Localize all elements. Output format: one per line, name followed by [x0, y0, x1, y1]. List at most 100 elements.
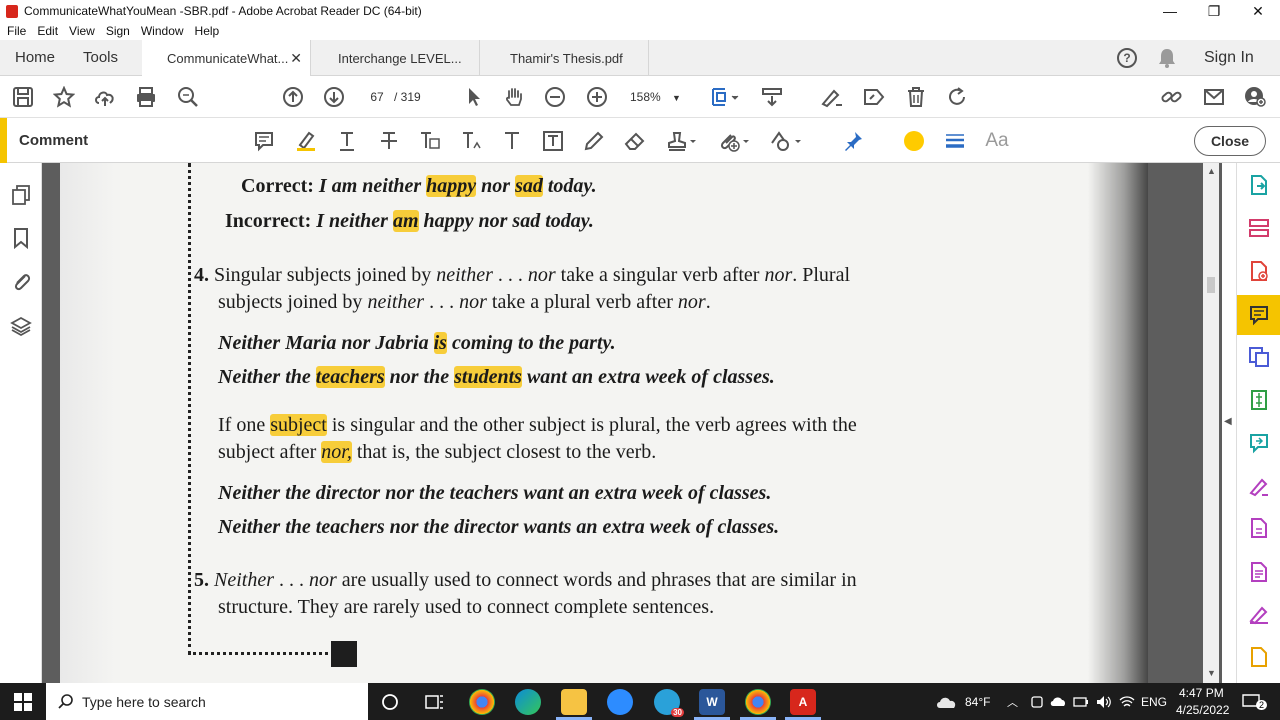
wifi-icon[interactable] [1119, 695, 1135, 709]
replace-text-icon[interactable] [417, 128, 443, 154]
scroll-down-icon[interactable]: ▼ [1207, 668, 1216, 678]
email-icon[interactable] [1202, 85, 1226, 109]
tab-document-1[interactable]: CommunicateWhat... ✕ [142, 40, 311, 77]
word-icon[interactable]: W [699, 689, 725, 715]
export-pdf-icon[interactable] [1248, 174, 1270, 196]
add-text-icon[interactable] [499, 128, 525, 154]
send-for-review-icon[interactable] [1248, 432, 1270, 454]
rotate-icon[interactable] [945, 85, 969, 109]
bookmark-icon[interactable] [10, 227, 32, 249]
chevron-up-icon[interactable]: ︿ [1007, 694, 1018, 710]
fill-sign-icon[interactable] [820, 85, 844, 109]
cortana-icon[interactable] [381, 693, 399, 711]
acrobat-taskbar-icon[interactable]: A [790, 689, 816, 715]
close-comment-button[interactable]: Close [1194, 126, 1266, 156]
shapes-icon[interactable] [768, 128, 804, 154]
restore-button[interactable]: ❐ [1192, 0, 1236, 22]
page-number-input[interactable]: 67 [361, 86, 393, 108]
scan-ocr-icon[interactable] [1248, 561, 1270, 583]
menu-window[interactable]: Window [141, 24, 184, 38]
send-sign-icon[interactable] [862, 85, 886, 109]
sign-in-button[interactable]: Sign In [1204, 49, 1254, 67]
task-view-icon[interactable] [425, 693, 445, 711]
zoom-out-icon[interactable] [543, 85, 567, 109]
scroll-mode-icon[interactable] [760, 85, 784, 109]
sticky-note-icon[interactable] [251, 128, 277, 154]
cloud-upload-icon[interactable] [93, 85, 117, 109]
close-window-button[interactable]: ✕ [1236, 0, 1280, 22]
menu-view[interactable]: View [69, 24, 95, 38]
hand-tool-icon[interactable] [502, 85, 526, 109]
vertical-scrollbar[interactable]: ▲ ▼ [1203, 163, 1219, 683]
zoom-level[interactable]: 158% ▼ [630, 86, 681, 108]
eraser-icon[interactable] [622, 128, 648, 154]
menu-sign[interactable]: Sign [106, 24, 130, 38]
file-explorer-icon[interactable] [561, 689, 587, 715]
clock-date[interactable]: 4/25/2022 [1176, 703, 1229, 717]
telegram-icon[interactable]: 30 [654, 689, 684, 717]
attachment-icon[interactable] [10, 270, 32, 292]
text-font-icon[interactable]: Aa [984, 128, 1010, 154]
edge-icon[interactable] [515, 689, 541, 715]
next-page-icon[interactable] [322, 85, 346, 109]
pencil-draw-icon[interactable] [581, 128, 607, 154]
zoom-app-icon[interactable] [607, 689, 633, 715]
line-thickness-icon[interactable] [942, 128, 968, 154]
save-icon[interactable] [11, 85, 35, 109]
device-icon[interactable] [1030, 695, 1044, 709]
collapse-right-pane-icon[interactable]: ◀ [1224, 416, 1232, 427]
page-layout-icon[interactable] [708, 85, 744, 109]
edit-pdf-icon[interactable] [1248, 517, 1270, 539]
compress-pdf-icon[interactable] [1248, 389, 1270, 411]
more-tools-icon[interactable] [1248, 646, 1270, 668]
chrome-icon[interactable] [469, 689, 495, 715]
underline-text-icon[interactable] [334, 128, 360, 154]
page-thumbnails-icon[interactable] [10, 184, 32, 206]
language-indicator[interactable]: ENG [1141, 695, 1167, 709]
bell-icon[interactable] [1158, 48, 1176, 68]
previous-page-icon[interactable] [281, 85, 305, 109]
close-tab-icon[interactable]: ✕ [290, 50, 302, 67]
strikethrough-text-icon[interactable] [376, 128, 402, 154]
tab-home[interactable]: Home [15, 40, 55, 76]
windows-start-icon[interactable] [14, 693, 32, 711]
tab-document-3[interactable]: Thamir's Thesis.pdf [480, 40, 649, 76]
help-icon[interactable]: ? [1117, 48, 1137, 68]
attach-file-icon[interactable] [716, 128, 752, 154]
share-link-icon[interactable] [1160, 85, 1184, 109]
text-box-icon[interactable] [540, 128, 566, 154]
chrome-profile-icon[interactable] [745, 689, 771, 715]
combine-files-icon[interactable] [1248, 346, 1270, 368]
menu-file[interactable]: File [7, 24, 26, 38]
zoom-in-icon[interactable] [585, 85, 609, 109]
organize-pages-icon[interactable] [1248, 217, 1270, 239]
volume-icon[interactable] [1096, 695, 1112, 709]
menu-edit[interactable]: Edit [37, 24, 58, 38]
tab-tools[interactable]: Tools [83, 40, 118, 76]
trash-icon[interactable] [904, 85, 928, 109]
taskbar-search-input[interactable]: Type here to search [46, 683, 368, 720]
weather-temp[interactable]: 84°F [965, 695, 990, 709]
minimize-button[interactable]: — [1148, 0, 1192, 22]
comment-tool-icon[interactable] [1248, 304, 1270, 326]
battery-icon[interactable] [1073, 695, 1089, 709]
select-cursor-icon[interactable] [462, 85, 486, 109]
request-signature-icon[interactable] [1248, 603, 1270, 625]
fill-and-sign-icon[interactable] [1248, 475, 1270, 497]
scroll-up-icon[interactable]: ▲ [1207, 166, 1216, 176]
menu-help[interactable]: Help [195, 24, 220, 38]
scrollbar-thumb[interactable] [1207, 277, 1215, 293]
layers-icon[interactable] [10, 315, 32, 337]
tab-document-2[interactable]: Interchange LEVEL... [311, 40, 480, 76]
create-pdf-icon[interactable] [1248, 260, 1270, 282]
onedrive-icon[interactable] [1050, 695, 1066, 707]
highlight-text-icon[interactable] [293, 128, 319, 154]
zoom-search-icon[interactable] [176, 85, 200, 109]
star-icon[interactable] [52, 85, 76, 109]
stamp-icon[interactable] [665, 128, 699, 154]
clock-time[interactable]: 4:47 PM [1179, 686, 1224, 700]
pin-icon[interactable] [840, 128, 866, 154]
insert-text-icon[interactable] [459, 128, 485, 154]
print-icon[interactable] [134, 85, 158, 109]
color-picker-icon[interactable] [904, 131, 924, 151]
